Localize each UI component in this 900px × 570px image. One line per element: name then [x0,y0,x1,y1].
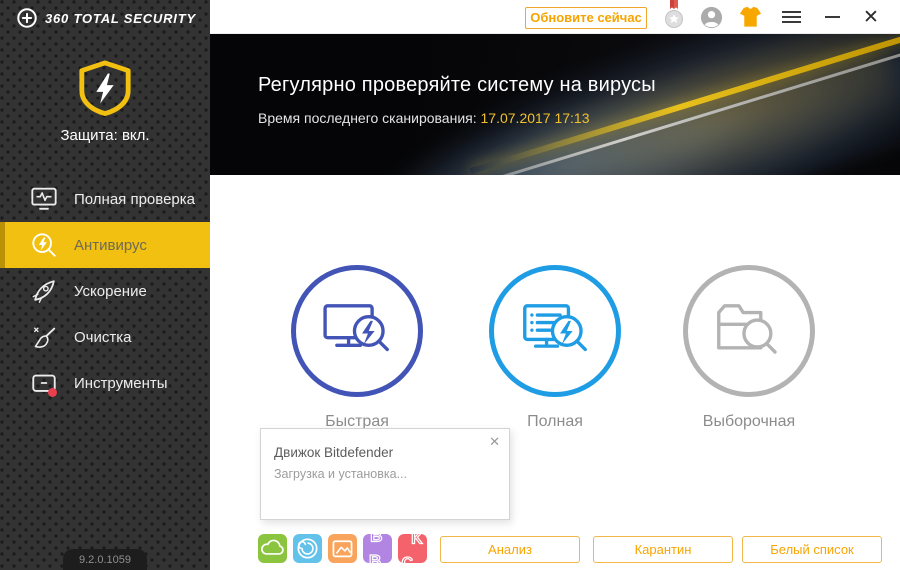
popup-title: Движок Bitdefender [274,445,394,460]
sidebar-item-tools[interactable]: Инструменты [0,360,210,406]
sidebar-item-speedup[interactable]: Ускорение [0,268,210,314]
sidebar: 360 TOTAL SECURITY Защита: вкл. Полная п… [0,0,210,570]
broom-icon [34,327,56,348]
sidebar-item-label: Инструменты [74,374,168,392]
protection-status: Защита: вкл. [60,127,150,144]
banner: Регулярно проверяйте систему на вирусы В… [210,34,900,175]
banner-title: Регулярно проверяйте систему на вирусы [258,74,656,96]
custom-scan-label: Выборочная [702,413,796,430]
shield-icon [79,60,131,116]
close-icon[interactable]: ✕ [852,6,890,29]
main-menu-icon[interactable] [770,11,812,23]
last-scan-value: 17.07.2017 17:13 [480,110,590,126]
notification-dot [48,388,57,397]
svg-text:C: C [402,555,413,563]
custom-scan-button[interactable] [683,265,815,397]
medal-award-icon[interactable] [656,0,692,34]
letters-app-icon[interactable]: B B [363,534,392,563]
quick-scan-button[interactable] [291,265,423,397]
titlebar: Обновите сейчас ✕ [210,0,900,34]
cloud-app-icon[interactable] [258,534,287,563]
sidebar-item-full-check[interactable]: Полная проверка [0,176,210,222]
sidebar-item-antivirus[interactable]: Антивирус [0,222,210,268]
partner-app-icons: B B K C [258,534,427,563]
tshirt-theme-icon[interactable] [730,6,770,29]
sidebar-menu: Полная проверка Антивирус Ускорение Очис… [0,176,210,406]
full-scan-button[interactable] [489,265,621,397]
minimize-icon[interactable] [812,16,852,18]
sidebar-item-label: Ускорение [74,282,147,300]
sidebar-item-cleanup[interactable]: Очистка [0,314,210,360]
svg-text:B: B [369,552,381,563]
popup-close-icon[interactable]: ✕ [489,434,500,450]
banner-decoration [469,34,900,175]
photo-app-icon[interactable] [328,534,357,563]
bitdefender-popup: ✕ Движок Bitdefender Загрузка и установк… [260,428,510,520]
rocket-icon [32,280,55,303]
disc-app-icon[interactable] [293,534,322,563]
main-content: Быстрая Полная Выборочная ✕ Движок Bitde… [210,175,900,570]
protection-block: Защита: вкл. [0,60,210,144]
sidebar-item-label: Антивирус [74,236,147,254]
banner-decoration [348,34,900,175]
app-logo: 360 TOTAL SECURITY [16,7,196,29]
letters-app-icon[interactable]: K C [398,534,427,563]
quarantine-button[interactable]: Карантин [593,536,733,563]
banner-decoration [582,34,900,39]
user-avatar-icon[interactable] [692,5,730,30]
update-now-button[interactable]: Обновите сейчас [525,7,647,29]
scan-lightning-icon [32,233,56,257]
app-window: 360 TOTAL SECURITY Защита: вкл. Полная п… [0,0,900,570]
quick-scan-icon [323,304,389,352]
custom-scan-icon [717,304,777,354]
sidebar-item-label: Полная проверка [74,190,195,208]
logo-plus-icon [17,8,37,28]
logo-text: 360 TOTAL SECURITY [45,10,196,26]
sidebar-item-label: Очистка [74,328,132,346]
svg-text:B: B [370,534,382,545]
last-scan-line: Время последнего сканирования: 17.07.201… [258,110,590,126]
analyze-button[interactable]: Анализ [440,536,580,563]
full-scan-icon [523,304,587,352]
svg-text:K: K [411,534,423,548]
titlebar-icons: ✕ [656,0,890,34]
last-scan-label: Время последнего сканирования: [258,110,477,126]
popup-status: Загрузка и установка... [274,467,407,481]
app-version: 9.2.0.1059 [63,549,147,570]
monitor-pulse-icon [31,187,57,210]
whitelist-button[interactable]: Белый список [742,536,882,563]
banner-decoration [471,34,900,175]
